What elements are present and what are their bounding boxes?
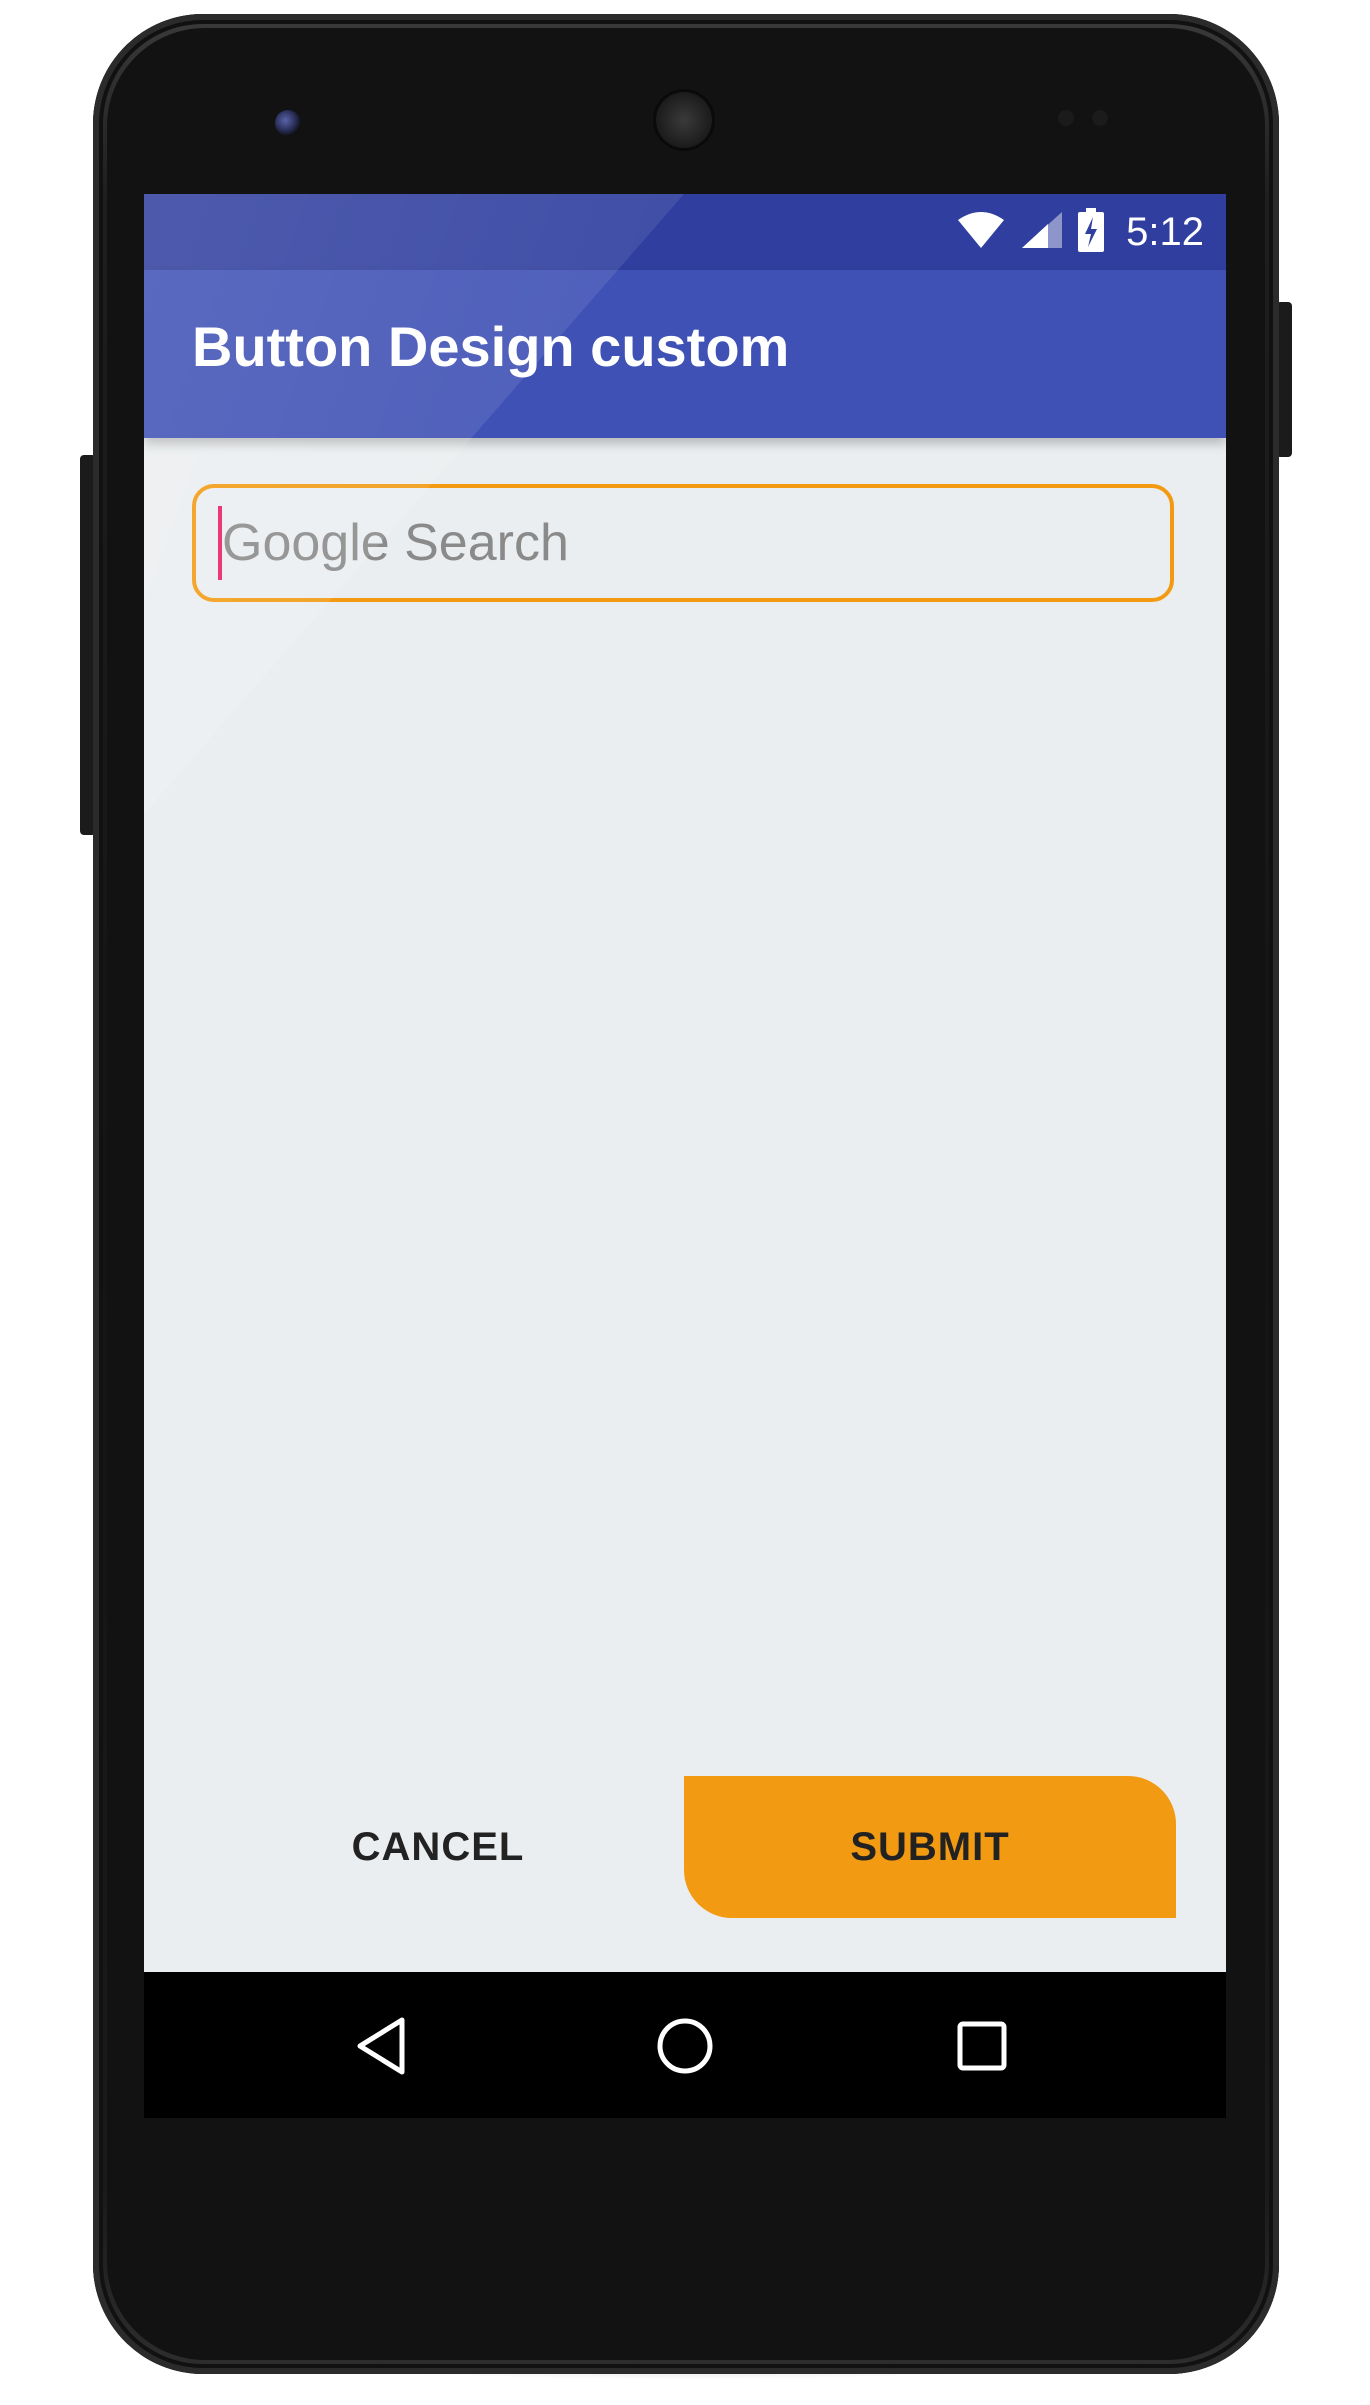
wifi-icon — [956, 210, 1006, 255]
back-icon[interactable] — [346, 2010, 418, 2082]
content-area: CANCEL SUBMIT — [144, 438, 1226, 1972]
status-bar: 5:12 — [144, 194, 1226, 270]
app-bar: Button Design custom — [144, 270, 1226, 438]
battery-charging-icon — [1078, 207, 1105, 257]
device-frame: 5:12 Button Design custom CANCEL SUBMIT — [0, 0, 1370, 2405]
status-time: 5:12 — [1126, 209, 1204, 254]
navigation-bar — [144, 1972, 1226, 2118]
proximity-sensor — [1058, 110, 1074, 126]
submit-button[interactable]: SUBMIT — [684, 1776, 1176, 1918]
earpiece-speaker — [656, 92, 712, 148]
home-icon[interactable] — [649, 2010, 721, 2082]
status-icons: 5:12 — [956, 207, 1204, 257]
search-field[interactable] — [192, 484, 1174, 602]
search-input[interactable] — [222, 513, 1122, 573]
screen: 5:12 Button Design custom CANCEL SUBMIT — [144, 194, 1226, 2118]
front-camera — [275, 110, 301, 136]
cell-signal-icon — [1020, 210, 1064, 255]
cancel-button[interactable]: CANCEL — [192, 1776, 684, 1918]
recents-icon[interactable] — [946, 2010, 1018, 2082]
app-title: Button Design custom — [192, 315, 790, 378]
light-sensor — [1092, 110, 1108, 126]
